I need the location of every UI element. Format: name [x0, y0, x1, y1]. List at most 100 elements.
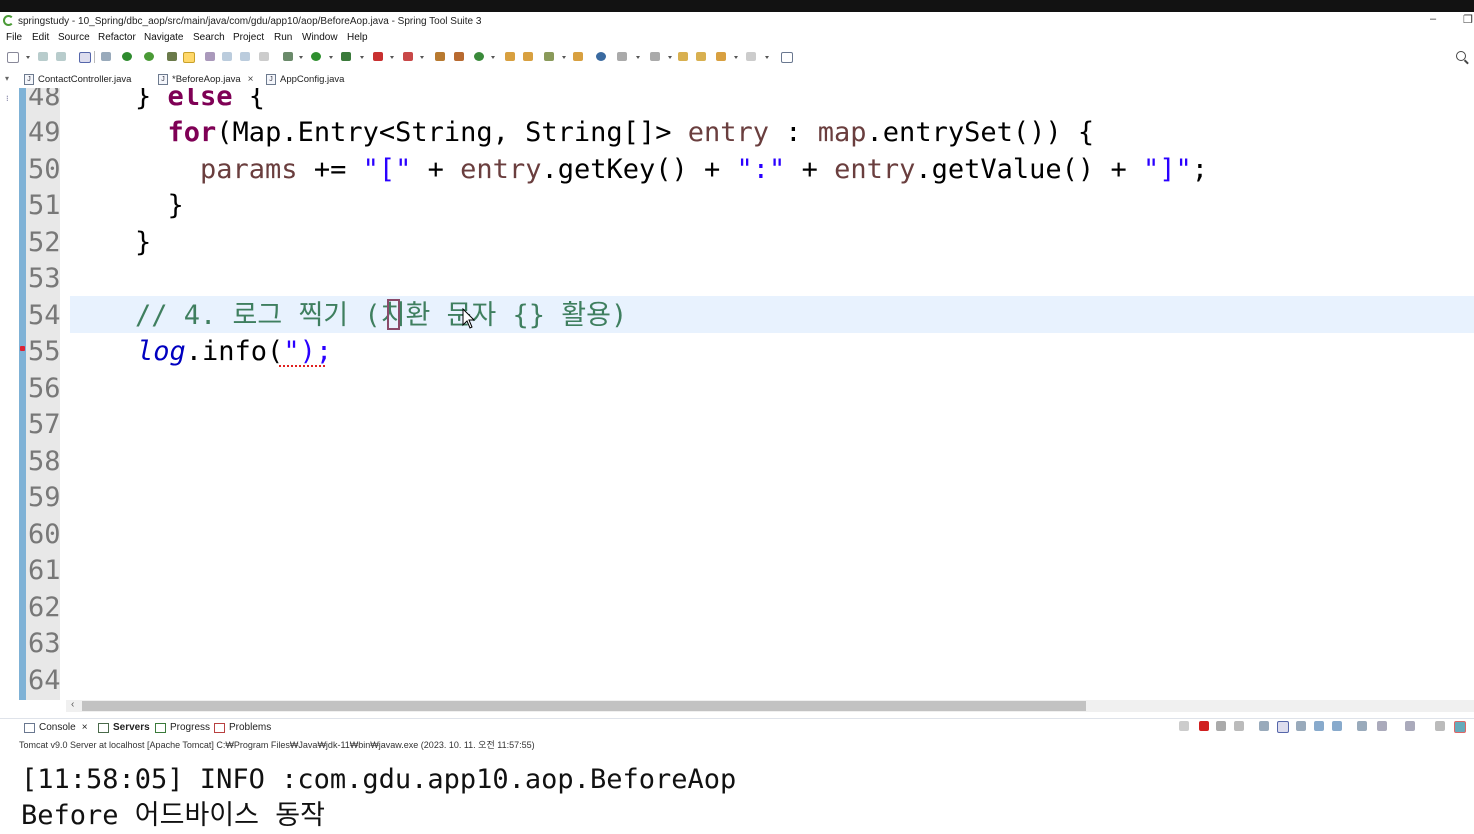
tab-contact-controller[interactable]: J ContactController.java [24, 71, 131, 87]
minimize-view-icon[interactable] [1435, 721, 1445, 731]
scroll-left-icon[interactable]: ‹ [71, 699, 74, 710]
window-title: springstudy - 10_Spring/dbc_aop/src/main… [18, 16, 482, 27]
tab-console[interactable]: Console × [24, 722, 88, 733]
globe-icon[interactable] [596, 52, 606, 61]
chevron-down-icon[interactable] [562, 56, 566, 59]
menu-navigate[interactable]: Navigate [144, 32, 183, 43]
tab-before-aop[interactable]: J *BeforeAop.java × [158, 71, 254, 87]
error-marker-icon[interactable] [20, 346, 25, 351]
line-number: 64 [28, 665, 61, 696]
tab-app-config[interactable]: J AppConfig.java [266, 71, 344, 87]
open-type-icon[interactable] [505, 52, 515, 61]
chevron-down-icon[interactable] [360, 56, 364, 59]
tab-label: AppConfig.java [280, 73, 345, 85]
menu-project[interactable]: Project [233, 32, 264, 43]
outline-marker-icon[interactable]: ⁝ [6, 94, 9, 103]
tab-servers[interactable]: Servers [98, 722, 150, 733]
chevron-down-icon[interactable] [734, 56, 738, 59]
spring-boot-icon[interactable] [122, 52, 132, 61]
chevron-down-icon[interactable] [390, 56, 394, 59]
maximize-view-icon[interactable] [1454, 721, 1466, 733]
show-stdout-icon[interactable] [1314, 721, 1324, 731]
save-icon[interactable] [38, 52, 48, 61]
open-folder-icon[interactable] [573, 52, 583, 61]
debug-icon[interactable] [283, 52, 293, 61]
chevron-down-icon[interactable] [765, 56, 769, 59]
scroll-lock-icon[interactable] [1277, 721, 1289, 733]
next-edit-location-icon[interactable] [696, 52, 706, 61]
menu-search[interactable]: Search [193, 32, 225, 43]
restore-button[interactable]: ❐ [1463, 13, 1473, 26]
remove-all-icon[interactable] [1234, 721, 1244, 731]
terminal-icon[interactable] [79, 52, 91, 63]
close-icon[interactable]: × [82, 722, 88, 733]
search-icon[interactable] [1456, 51, 1466, 61]
open-task-icon[interactable] [523, 52, 533, 61]
chevron-down-icon[interactable] [491, 56, 495, 59]
skip-breakpoints-icon[interactable] [101, 52, 111, 61]
menu-source[interactable]: Source [58, 32, 90, 43]
clear-console-icon[interactable] [1259, 721, 1269, 731]
quick-diff-ruler [19, 88, 26, 700]
chevron-down-icon[interactable] [420, 56, 424, 59]
pin-console-icon[interactable] [1179, 721, 1189, 731]
tab-problems[interactable]: Problems [214, 722, 271, 733]
run-external-tool-icon[interactable] [341, 52, 351, 61]
refresh-icon[interactable] [144, 52, 154, 61]
menu-refactor[interactable]: Refactor [98, 32, 136, 43]
show-whitespace-icon[interactable] [240, 52, 250, 61]
previous-edit-icon[interactable] [650, 52, 660, 61]
menu-window[interactable]: Window [302, 32, 338, 43]
chevron-down-icon[interactable] [668, 56, 672, 59]
menu-file[interactable]: File [6, 32, 22, 43]
terminate-icon[interactable] [1199, 721, 1209, 731]
title-bar: springstudy - 10_Spring/dbc_aop/src/main… [0, 12, 1474, 31]
console-output[interactable]: [11:58:05] INFO :com.gdu.app10.aop.Befor… [0, 750, 1474, 834]
word-wrap-icon[interactable] [1296, 721, 1306, 731]
display-console-icon[interactable] [1377, 721, 1387, 731]
line-number: 52 [28, 227, 61, 258]
chevron-down-icon[interactable] [636, 56, 640, 59]
highlight-icon[interactable] [183, 52, 195, 63]
last-edit-icon[interactable] [678, 52, 688, 61]
code-text: (Map.Entry<String, String[]> [216, 117, 688, 148]
search-tool-icon[interactable] [544, 52, 554, 61]
toggle-mark-icon[interactable] [167, 52, 177, 61]
stop-icon[interactable] [373, 52, 383, 61]
next-edit-icon[interactable] [617, 52, 627, 61]
block-selection-icon[interactable] [222, 52, 232, 61]
new-package-icon[interactable] [454, 52, 464, 61]
horizontal-scrollbar[interactable]: ‹ [66, 699, 1474, 712]
pilcrow-icon[interactable] [259, 52, 269, 61]
pin-icon[interactable] [1357, 721, 1367, 731]
chevron-down-icon[interactable] [26, 56, 30, 59]
menu-edit[interactable]: Edit [32, 32, 49, 43]
new-class-icon[interactable] [474, 52, 484, 61]
tab-progress[interactable]: Progress [155, 722, 210, 733]
new-icon[interactable] [7, 52, 19, 63]
next-annotation-icon[interactable] [205, 52, 215, 61]
code-editor[interactable]: 48 49 50 51 52 53 54 55 56 57 58 59 60 6… [17, 88, 1474, 700]
string-literal: "[" [362, 154, 412, 185]
run-icon[interactable] [311, 52, 321, 61]
remove-launch-icon[interactable] [1216, 721, 1226, 731]
forward-icon[interactable] [746, 52, 756, 61]
save-all-icon[interactable] [56, 52, 66, 61]
pin-editor-icon[interactable] [781, 52, 793, 63]
menu-help[interactable]: Help [347, 32, 368, 43]
back-icon[interactable] [716, 52, 726, 61]
close-icon[interactable]: × [248, 74, 254, 85]
new-java-project-icon[interactable] [435, 52, 445, 61]
scrollbar-thumb[interactable] [82, 701, 1086, 711]
servers-icon [98, 722, 109, 733]
server-icon[interactable] [403, 52, 413, 61]
show-stderr-icon[interactable] [1332, 721, 1342, 731]
minimize-button[interactable]: – [1430, 13, 1436, 25]
menu-run[interactable]: Run [274, 32, 292, 43]
string-literal: ":" [736, 154, 786, 185]
outline-toggle-icon[interactable]: ▾ [5, 74, 9, 83]
chevron-down-icon[interactable] [299, 56, 303, 59]
open-console-icon[interactable] [1405, 721, 1415, 731]
code-text: .getValue() + [915, 154, 1143, 185]
chevron-down-icon[interactable] [329, 56, 333, 59]
